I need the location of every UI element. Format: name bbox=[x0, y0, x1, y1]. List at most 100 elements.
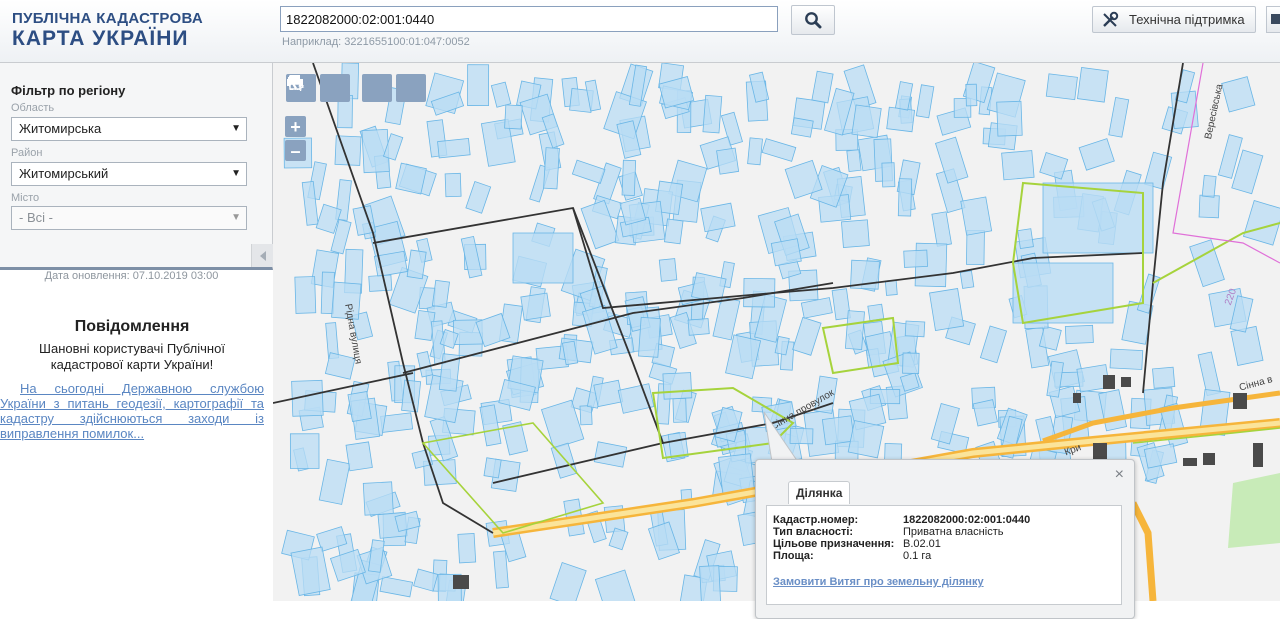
land-parcel[interactable] bbox=[431, 279, 450, 308]
land-parcel[interactable] bbox=[1197, 351, 1221, 397]
land-parcel[interactable] bbox=[543, 147, 560, 190]
measure-area-button[interactable]: м² bbox=[288, 74, 350, 102]
tab-parcel[interactable]: Ділянка bbox=[788, 481, 851, 504]
land-parcel[interactable] bbox=[716, 147, 740, 175]
land-parcel[interactable] bbox=[884, 279, 898, 296]
land-parcel[interactable] bbox=[1042, 182, 1154, 254]
land-parcel[interactable] bbox=[821, 415, 855, 446]
land-parcel[interactable] bbox=[702, 94, 723, 134]
land-parcel[interactable] bbox=[902, 352, 920, 375]
land-parcel[interactable] bbox=[897, 178, 913, 217]
land-parcel[interactable] bbox=[699, 565, 722, 601]
land-parcel[interactable] bbox=[1152, 366, 1176, 389]
logo-title-line2[interactable]: КАРТА УКРАЇНИ bbox=[12, 27, 188, 51]
land-parcel[interactable] bbox=[960, 196, 993, 236]
land-parcel[interactable] bbox=[761, 138, 797, 162]
land-parcel[interactable] bbox=[851, 104, 882, 139]
land-parcel[interactable] bbox=[520, 292, 551, 321]
land-parcel[interactable] bbox=[840, 219, 870, 249]
land-parcel[interactable] bbox=[294, 276, 317, 314]
print-button[interactable] bbox=[287, 74, 392, 102]
land-parcel[interactable] bbox=[867, 303, 885, 322]
tech-support-button[interactable]: Технічна підтримка bbox=[1092, 6, 1256, 33]
land-parcel[interactable] bbox=[493, 550, 509, 589]
land-parcel[interactable] bbox=[465, 181, 492, 214]
land-parcel[interactable] bbox=[444, 172, 462, 198]
land-parcel[interactable] bbox=[1198, 194, 1220, 219]
land-parcel[interactable] bbox=[1064, 324, 1094, 345]
land-parcel[interactable] bbox=[379, 576, 414, 598]
land-parcel[interactable] bbox=[368, 274, 393, 292]
land-parcel[interactable] bbox=[903, 249, 928, 268]
land-parcel[interactable] bbox=[790, 117, 814, 138]
land-parcel[interactable] bbox=[457, 533, 477, 564]
land-parcel[interactable] bbox=[395, 162, 427, 195]
land-parcel[interactable] bbox=[571, 159, 606, 184]
land-parcel[interactable] bbox=[965, 83, 978, 107]
header-extra-button[interactable] bbox=[1266, 6, 1280, 33]
land-parcel[interactable] bbox=[1109, 348, 1144, 370]
land-parcel[interactable] bbox=[1221, 76, 1256, 113]
notice-link[interactable]: На сьогодні Державною службою України з … bbox=[0, 381, 264, 441]
city-select[interactable]: - Всі - ▼ bbox=[11, 206, 247, 230]
land-parcel[interactable] bbox=[800, 297, 833, 319]
land-parcel[interactable] bbox=[437, 138, 471, 159]
logo-title-line1[interactable]: ПУБЛІЧНА КАДАСТРОВА bbox=[12, 10, 203, 27]
land-parcel[interactable] bbox=[483, 457, 502, 479]
land-parcel[interactable] bbox=[1230, 325, 1264, 366]
land-parcel[interactable] bbox=[972, 399, 998, 427]
land-parcel[interactable] bbox=[617, 383, 655, 414]
land-parcel[interactable] bbox=[700, 202, 736, 233]
land-parcel[interactable] bbox=[770, 238, 802, 267]
land-parcel[interactable] bbox=[1077, 67, 1109, 103]
land-parcel[interactable] bbox=[931, 211, 952, 247]
land-parcel[interactable] bbox=[345, 441, 373, 472]
land-parcel[interactable] bbox=[886, 106, 916, 133]
land-parcel[interactable] bbox=[672, 397, 687, 423]
land-parcel[interactable] bbox=[811, 70, 834, 104]
land-parcel[interactable] bbox=[549, 562, 587, 601]
search-button[interactable] bbox=[791, 5, 835, 35]
land-parcel[interactable] bbox=[959, 270, 975, 289]
land-parcel[interactable] bbox=[1242, 199, 1280, 246]
land-parcel[interactable] bbox=[658, 258, 678, 282]
land-parcel[interactable] bbox=[1201, 174, 1217, 198]
order-extract-link[interactable]: Замовити Витяг про земельну ділянку bbox=[773, 576, 984, 588]
collapse-panel-button[interactable] bbox=[251, 244, 273, 267]
land-parcel[interactable] bbox=[747, 137, 763, 166]
land-parcel[interactable] bbox=[687, 318, 710, 336]
land-parcel[interactable] bbox=[712, 296, 741, 341]
land-parcel[interactable] bbox=[1001, 150, 1035, 181]
region-select[interactable]: Житомирська ▼ bbox=[11, 117, 247, 141]
land-parcel[interactable] bbox=[594, 569, 639, 601]
land-parcel[interactable] bbox=[579, 405, 593, 426]
land-parcel[interactable] bbox=[593, 379, 624, 408]
land-parcel[interactable] bbox=[915, 84, 935, 119]
land-parcel[interactable] bbox=[1045, 73, 1078, 101]
land-parcel[interactable] bbox=[504, 104, 523, 130]
land-parcel[interactable] bbox=[490, 81, 512, 108]
land-parcel[interactable] bbox=[1108, 96, 1130, 138]
land-parcel[interactable] bbox=[1078, 138, 1115, 171]
zoom-out-button[interactable]: – bbox=[285, 140, 306, 161]
land-parcel[interactable] bbox=[979, 325, 1008, 364]
land-parcel[interactable] bbox=[662, 372, 693, 400]
land-parcel[interactable] bbox=[289, 433, 320, 469]
land-parcel[interactable] bbox=[290, 546, 331, 596]
land-parcel[interactable] bbox=[512, 232, 574, 284]
zoom-in-button[interactable]: + bbox=[285, 116, 306, 137]
land-parcel[interactable] bbox=[929, 288, 965, 331]
land-parcel[interactable] bbox=[1017, 228, 1034, 250]
land-parcel[interactable] bbox=[725, 334, 762, 380]
land-parcel[interactable] bbox=[362, 481, 394, 516]
land-parcel[interactable] bbox=[663, 218, 684, 245]
land-parcel[interactable] bbox=[467, 64, 490, 107]
land-parcel[interactable] bbox=[844, 310, 865, 350]
land-parcel[interactable] bbox=[621, 159, 637, 196]
land-parcel[interactable] bbox=[966, 229, 985, 266]
land-parcel[interactable] bbox=[347, 391, 372, 422]
land-parcel[interactable] bbox=[996, 100, 1023, 137]
land-parcel[interactable] bbox=[638, 316, 661, 358]
land-parcel[interactable] bbox=[847, 420, 885, 459]
land-parcel[interactable] bbox=[881, 162, 896, 188]
